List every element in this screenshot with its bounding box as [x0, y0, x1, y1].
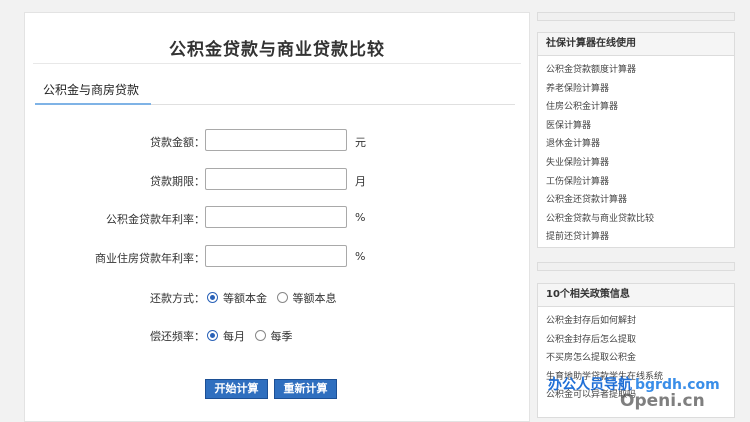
sidebar-top-strip	[537, 12, 735, 21]
calculator-link[interactable]: 公积金贷款额度计算器	[546, 61, 734, 80]
calculator-links-list: 公积金贷款额度计算器 养老保险计算器 住房公积金计算器 医保计算器 退休金计算器…	[538, 56, 734, 247]
title-divider	[33, 63, 521, 64]
radio-selected-icon	[207, 292, 218, 303]
recalculate-button[interactable]: 重新计算	[274, 379, 337, 399]
repayment-method-label: 还款方式：	[150, 292, 205, 305]
radio-selected-icon	[207, 330, 218, 341]
page-title: 公积金贷款与商业贷款比较	[169, 40, 385, 60]
radio-empty-icon	[254, 330, 266, 341]
radio-label: 等额本金	[223, 292, 267, 305]
tab-active-indicator	[35, 103, 151, 105]
fund-rate-unit: %	[355, 211, 366, 224]
tab-housing-loan[interactable]: 公积金与商房贷款	[43, 81, 139, 98]
radio-label: 等额本息	[292, 292, 337, 305]
radio-equal-installment[interactable]: 等额本息	[276, 292, 337, 305]
calculator-link[interactable]: 医保计算器	[546, 117, 734, 136]
commercial-rate-unit: %	[355, 250, 366, 263]
repayment-frequency-group: 每月 每季	[207, 328, 299, 344]
loan-term-unit: 月	[355, 175, 366, 188]
loan-amount-input[interactable]	[205, 129, 347, 151]
calculator-link[interactable]: 提前还贷计算器	[546, 228, 734, 247]
radio-monthly[interactable]: 每月	[207, 330, 245, 343]
radio-equal-principal[interactable]: 等额本金	[207, 292, 267, 305]
calculator-links-box: 社保计算器在线使用 公积金贷款额度计算器 养老保险计算器 住房公积金计算器 医保…	[537, 32, 735, 248]
calculator-link[interactable]: 退休金计算器	[546, 135, 734, 154]
fund-rate-label: 公积金贷款年利率：	[106, 213, 205, 226]
radio-empty-icon	[276, 292, 288, 303]
repayment-method-group: 等额本金 等额本息	[207, 290, 343, 306]
calculator-link[interactable]: 失业保险计算器	[546, 154, 734, 173]
calculator-links-title: 社保计算器在线使用	[538, 33, 734, 56]
repayment-frequency-label: 偿还频率：	[150, 330, 205, 343]
calculator-link[interactable]: 工伤保险计算器	[546, 173, 734, 192]
policy-links-title: 10个相关政策信息	[538, 284, 734, 307]
calculate-button[interactable]: 开始计算	[205, 379, 268, 399]
policy-link[interactable]: 公积金封存后怎么提取	[546, 331, 734, 350]
fund-rate-input[interactable]	[205, 206, 347, 228]
loan-term-label: 贷款期限：	[150, 175, 205, 188]
policy-link[interactable]: 不买房怎么提取公积金	[546, 349, 734, 368]
calculator-link[interactable]: 公积金贷款与商业贷款比较	[546, 210, 734, 229]
loan-amount-label: 贷款金额：	[150, 136, 205, 149]
loan-amount-unit: 元	[355, 136, 366, 149]
policy-link[interactable]: 公积金封存后如何解封	[546, 312, 734, 331]
commercial-rate-label: 商业住房贷款年利率：	[95, 252, 205, 265]
main-panel: 公积金贷款与商业贷款比较 公积金与商房贷款 贷款金额： 元 贷款期限： 月 公积…	[24, 12, 530, 422]
sidebar-middle-strip	[537, 262, 735, 271]
loan-term-input[interactable]	[205, 168, 347, 190]
radio-label: 每季	[270, 330, 293, 343]
radio-quarterly[interactable]: 每季	[254, 330, 293, 343]
calculator-link[interactable]: 养老保险计算器	[546, 80, 734, 99]
calculator-link[interactable]: 公积金还贷款计算器	[546, 191, 734, 210]
radio-label: 每月	[223, 330, 245, 343]
calculator-link[interactable]: 住房公积金计算器	[546, 98, 734, 117]
commercial-rate-input[interactable]	[205, 245, 347, 267]
watermark-logo: Openi.cn	[620, 391, 705, 411]
